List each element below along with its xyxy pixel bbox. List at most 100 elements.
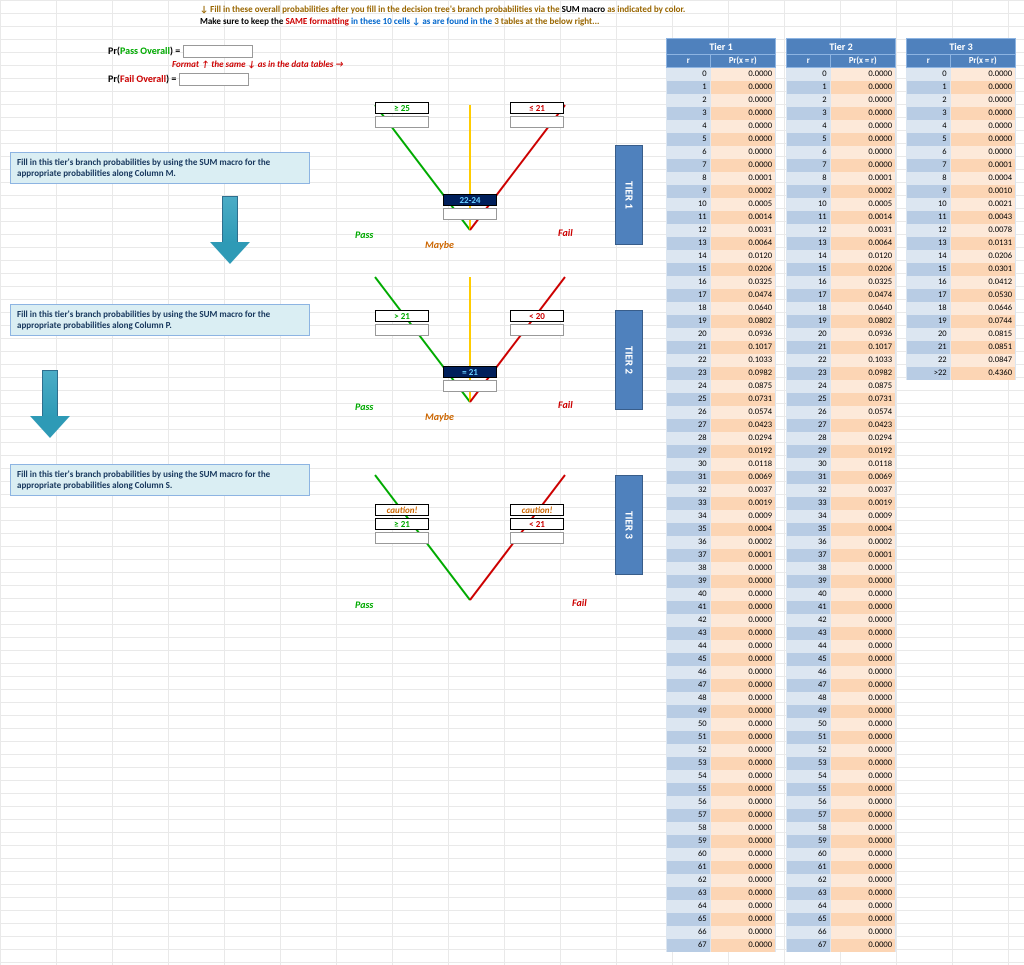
cell-p[interactable]: 0.0064 bbox=[710, 237, 775, 250]
cell-r[interactable]: 46 bbox=[787, 666, 831, 679]
table-row[interactable]: 660.0000 bbox=[787, 926, 896, 939]
cell-p[interactable]: 0.0530 bbox=[950, 289, 1015, 302]
cell-p[interactable]: 0.0000 bbox=[830, 120, 895, 133]
cell-p[interactable]: 0.0000 bbox=[950, 146, 1015, 159]
table-row[interactable]: 590.0000 bbox=[667, 835, 776, 848]
cell-p[interactable]: 0.0301 bbox=[950, 263, 1015, 276]
cell-r[interactable]: 50 bbox=[667, 718, 711, 731]
cell-p[interactable]: 0.0936 bbox=[830, 328, 895, 341]
cell-p[interactable]: 0.0000 bbox=[830, 887, 895, 900]
table-row[interactable]: 320.0037 bbox=[787, 484, 896, 497]
cell-r[interactable]: 42 bbox=[667, 614, 711, 627]
table-row[interactable]: 10.0000 bbox=[907, 81, 1016, 94]
cell-p[interactable]: 0.0000 bbox=[710, 835, 775, 848]
cell-p[interactable]: 0.0037 bbox=[710, 484, 775, 497]
tier3-pass-input[interactable] bbox=[375, 532, 429, 544]
cell-p[interactable]: 0.0000 bbox=[710, 146, 775, 159]
cell-r[interactable]: 23 bbox=[787, 367, 831, 380]
table-row[interactable]: 500.0000 bbox=[787, 718, 896, 731]
cell-p[interactable]: 0.0000 bbox=[830, 575, 895, 588]
table-row[interactable]: 70.0000 bbox=[667, 159, 776, 172]
cell-p[interactable]: 0.0000 bbox=[710, 68, 775, 81]
table-row[interactable]: 250.0731 bbox=[667, 393, 776, 406]
cell-r[interactable]: 30 bbox=[787, 458, 831, 471]
table-row[interactable]: 200.0815 bbox=[907, 328, 1016, 341]
cell-r[interactable]: 14 bbox=[907, 250, 951, 263]
cell-p[interactable]: 0.0002 bbox=[830, 185, 895, 198]
table-row[interactable]: 500.0000 bbox=[667, 718, 776, 731]
table-row[interactable]: 630.0000 bbox=[787, 887, 896, 900]
table-row[interactable]: 240.0875 bbox=[667, 380, 776, 393]
cell-r[interactable]: 55 bbox=[787, 783, 831, 796]
table-row[interactable]: 370.0001 bbox=[787, 549, 896, 562]
cell-p[interactable]: 0.0815 bbox=[950, 328, 1015, 341]
table-row[interactable]: 280.0294 bbox=[667, 432, 776, 445]
table-row[interactable]: 670.0000 bbox=[787, 939, 896, 952]
table-row[interactable]: 250.0731 bbox=[787, 393, 896, 406]
cell-r[interactable]: 2 bbox=[667, 94, 711, 107]
cell-r[interactable]: 60 bbox=[667, 848, 711, 861]
cell-p[interactable]: 0.0423 bbox=[710, 419, 775, 432]
cell-p[interactable]: 0.0120 bbox=[710, 250, 775, 263]
cell-p[interactable]: 0.0000 bbox=[830, 861, 895, 874]
table-row[interactable]: 150.0206 bbox=[787, 263, 896, 276]
cell-p[interactable]: 0.0206 bbox=[710, 263, 775, 276]
cell-p[interactable]: 0.0574 bbox=[830, 406, 895, 419]
cell-r[interactable]: 31 bbox=[667, 471, 711, 484]
cell-p[interactable]: 0.0000 bbox=[710, 601, 775, 614]
cell-r[interactable]: 2 bbox=[787, 94, 831, 107]
cell-r[interactable]: 22 bbox=[787, 354, 831, 367]
cell-p[interactable]: 0.0640 bbox=[710, 302, 775, 315]
table-row[interactable]: 230.0982 bbox=[667, 367, 776, 380]
cell-r[interactable]: 64 bbox=[667, 900, 711, 913]
cell-r[interactable]: 67 bbox=[787, 939, 831, 952]
cell-p[interactable]: 0.0000 bbox=[710, 926, 775, 939]
cell-r[interactable]: 65 bbox=[787, 913, 831, 926]
cell-p[interactable]: 0.0009 bbox=[710, 510, 775, 523]
cell-p[interactable]: 0.0002 bbox=[710, 536, 775, 549]
cell-r[interactable]: 13 bbox=[667, 237, 711, 250]
cell-r[interactable]: 16 bbox=[787, 276, 831, 289]
cell-r[interactable]: 62 bbox=[667, 874, 711, 887]
cell-p[interactable]: 0.0851 bbox=[950, 341, 1015, 354]
cell-p[interactable]: 0.0078 bbox=[950, 224, 1015, 237]
cell-p[interactable]: 0.0000 bbox=[830, 731, 895, 744]
cell-p[interactable]: 0.0000 bbox=[710, 718, 775, 731]
cell-p[interactable]: 0.0043 bbox=[950, 211, 1015, 224]
cell-p[interactable]: 0.0574 bbox=[710, 406, 775, 419]
table-row[interactable]: 100.0005 bbox=[667, 198, 776, 211]
cell-r[interactable]: 36 bbox=[787, 536, 831, 549]
cell-p[interactable]: 0.0000 bbox=[710, 939, 775, 952]
cell-r[interactable]: 18 bbox=[787, 302, 831, 315]
table-row[interactable]: 220.1033 bbox=[787, 354, 896, 367]
cell-p[interactable]: 0.0000 bbox=[710, 757, 775, 770]
table-row[interactable]: 590.0000 bbox=[787, 835, 896, 848]
cell-r[interactable]: 1 bbox=[787, 81, 831, 94]
table-row[interactable]: 360.0002 bbox=[667, 536, 776, 549]
cell-r[interactable]: 6 bbox=[787, 146, 831, 159]
cell-r[interactable]: 55 bbox=[667, 783, 711, 796]
cell-r[interactable]: 63 bbox=[667, 887, 711, 900]
cell-r[interactable]: 20 bbox=[667, 328, 711, 341]
cell-p[interactable]: 0.0000 bbox=[830, 900, 895, 913]
cell-r[interactable]: 19 bbox=[667, 315, 711, 328]
table-row[interactable]: 10.0000 bbox=[667, 81, 776, 94]
cell-r[interactable]: 33 bbox=[667, 497, 711, 510]
cell-p[interactable]: 0.0875 bbox=[830, 380, 895, 393]
cell-p[interactable]: 0.0002 bbox=[830, 536, 895, 549]
cell-r[interactable]: 11 bbox=[907, 211, 951, 224]
cell-r[interactable]: 53 bbox=[787, 757, 831, 770]
cell-r[interactable]: 4 bbox=[907, 120, 951, 133]
table-row[interactable]: 390.0000 bbox=[787, 575, 896, 588]
cell-r[interactable]: 54 bbox=[667, 770, 711, 783]
table-row[interactable]: 120.0031 bbox=[787, 224, 896, 237]
table-row[interactable]: 450.0000 bbox=[787, 653, 896, 666]
cell-r[interactable]: 12 bbox=[787, 224, 831, 237]
tier1-maybe-input[interactable] bbox=[443, 208, 497, 220]
cell-p[interactable]: 0.0131 bbox=[950, 237, 1015, 250]
table-row[interactable]: 140.0120 bbox=[787, 250, 896, 263]
tier1-fail-input[interactable] bbox=[510, 116, 564, 128]
table-row[interactable]: 180.0640 bbox=[667, 302, 776, 315]
cell-r[interactable]: 52 bbox=[787, 744, 831, 757]
cell-r[interactable]: 51 bbox=[787, 731, 831, 744]
